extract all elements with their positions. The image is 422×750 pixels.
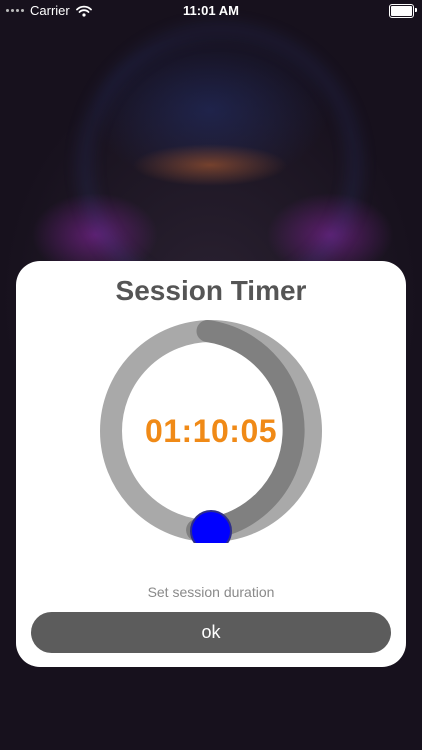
timer-value: 01:10:05 xyxy=(144,412,278,449)
status-time: 11:01 AM xyxy=(183,3,239,18)
status-bar: Carrier 11:01 AM xyxy=(0,0,422,22)
duration-hint: Set session duration xyxy=(147,584,275,600)
session-timer-dialog: Session Timer 01:10:05 Set session durat… xyxy=(16,261,406,667)
ok-button[interactable]: ok xyxy=(31,612,391,653)
dialog-title: Session Timer xyxy=(115,275,307,306)
battery-icon xyxy=(389,4,417,18)
